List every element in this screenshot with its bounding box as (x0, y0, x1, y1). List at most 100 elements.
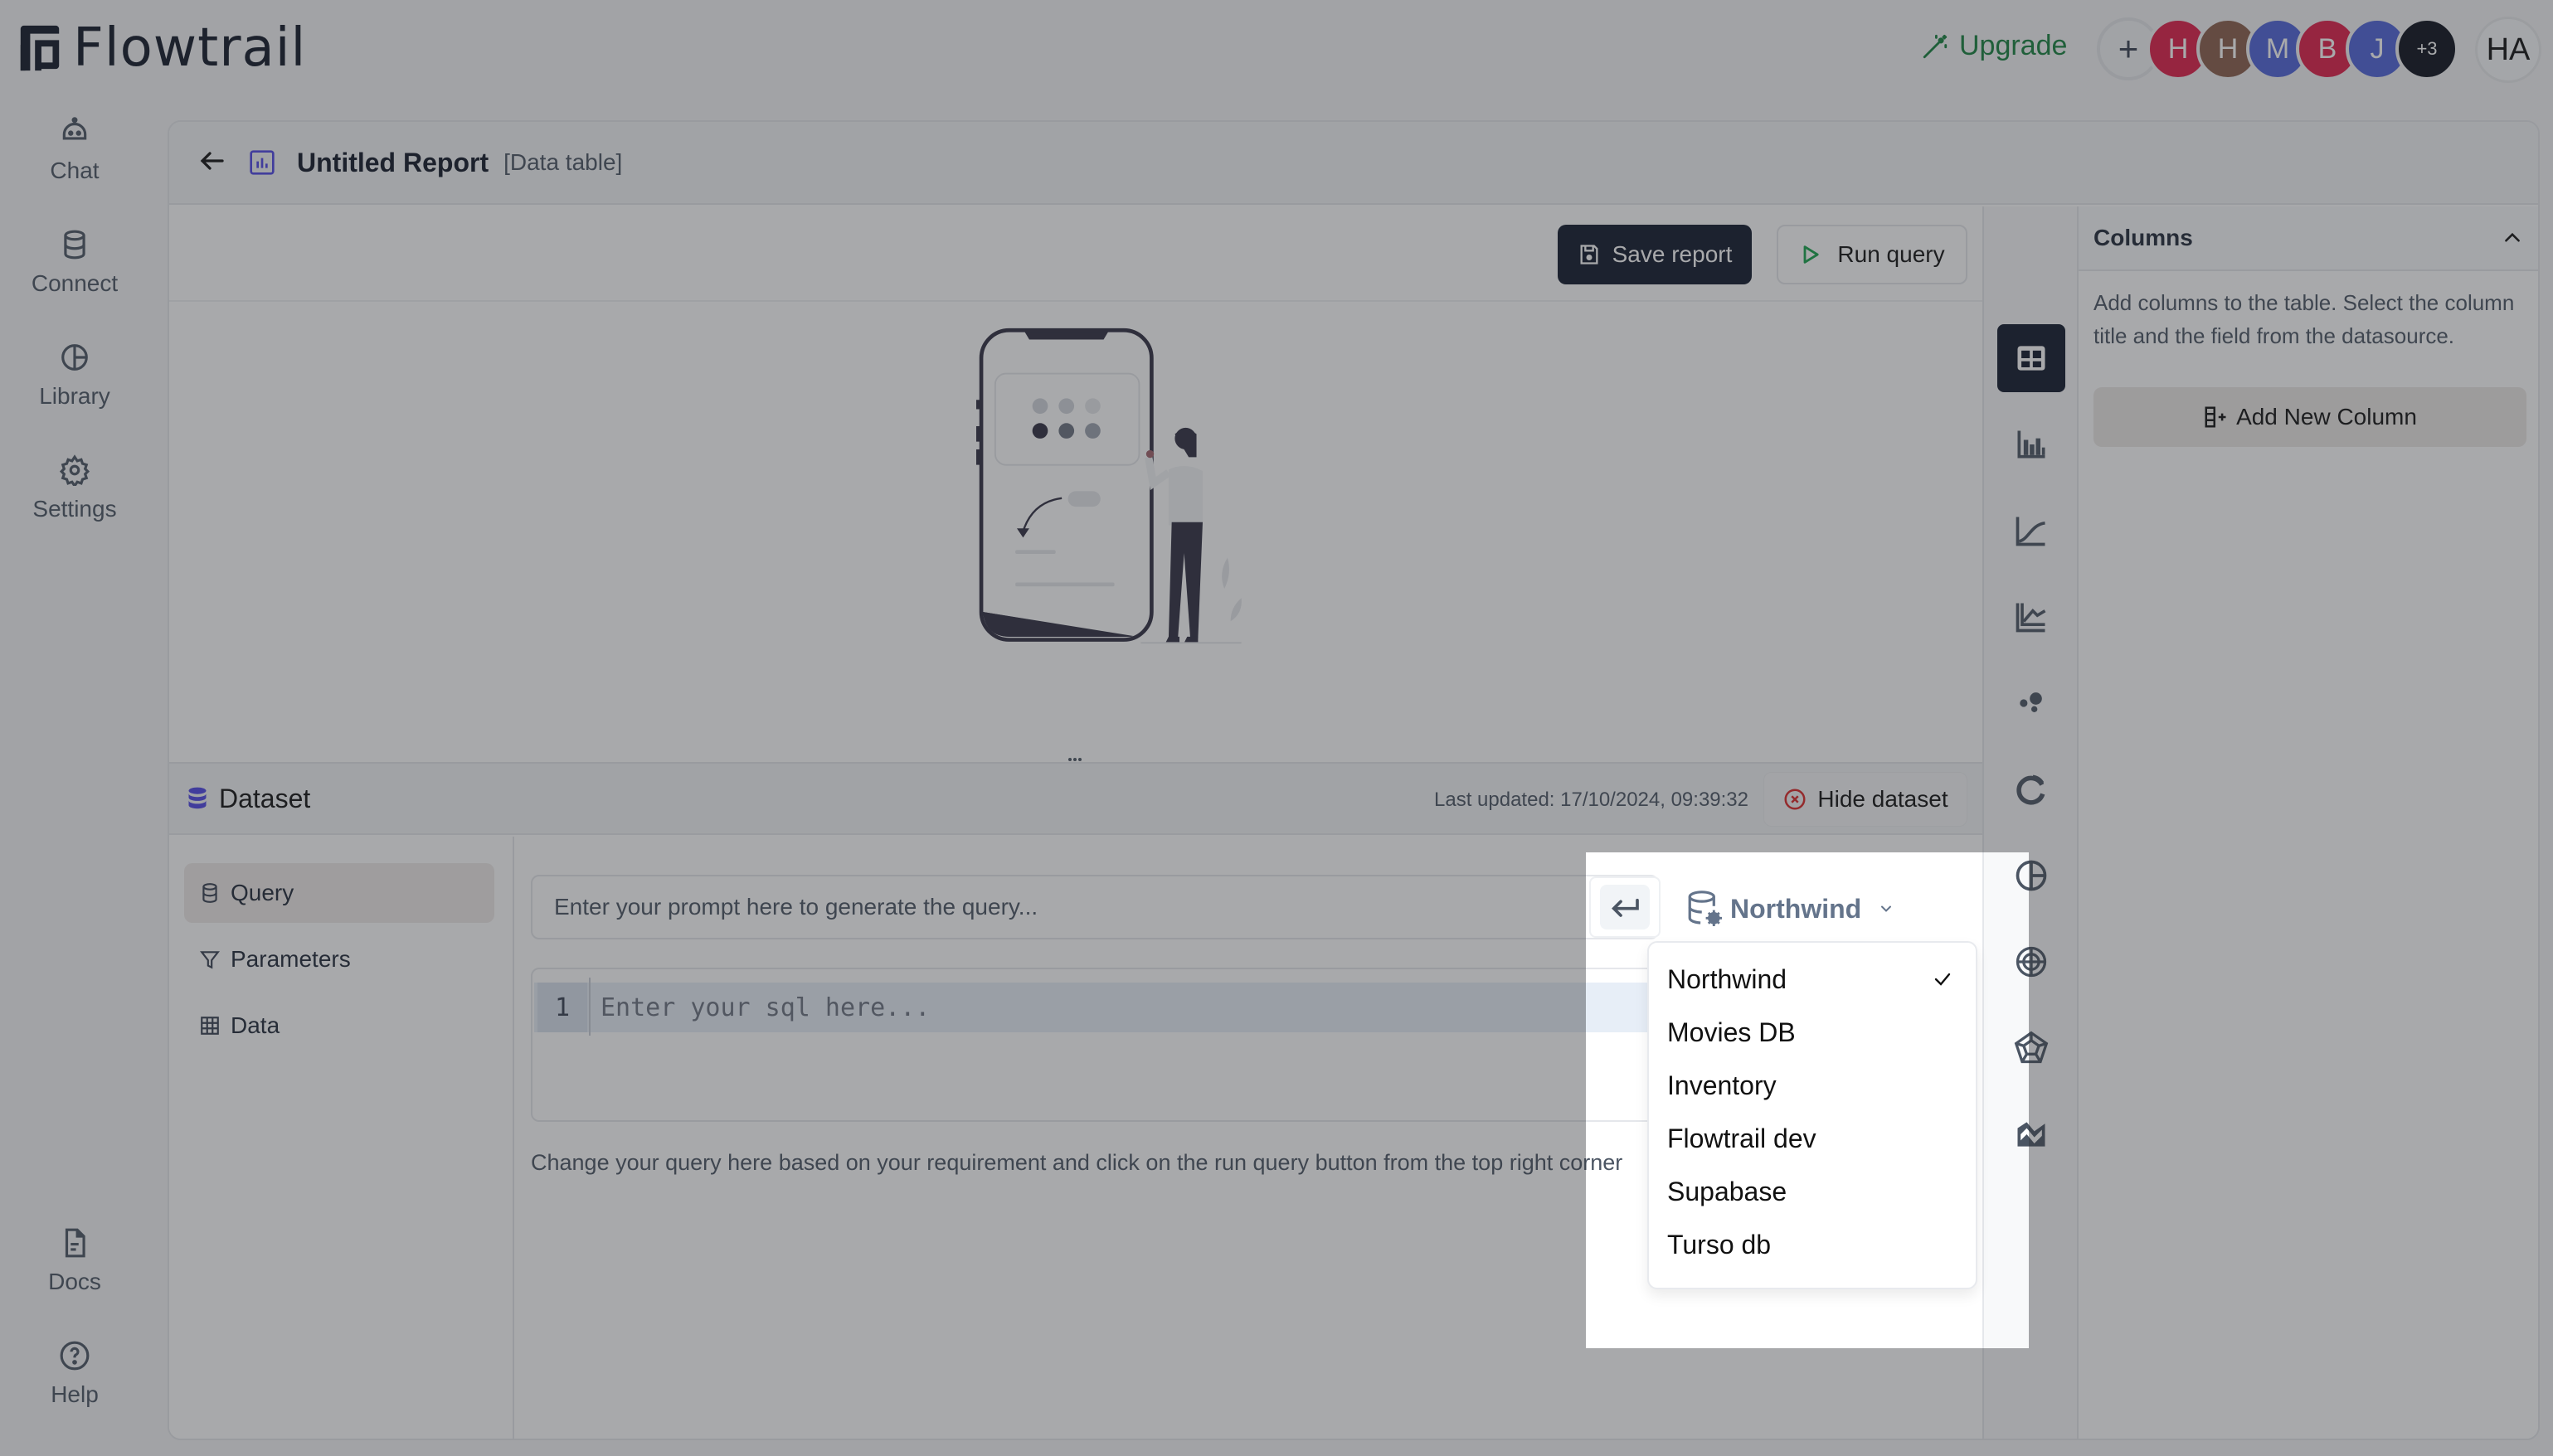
tab-label: Query (231, 880, 294, 905)
table-icon (2017, 346, 2045, 371)
grid-table-icon (201, 1017, 219, 1035)
hide-dataset-button[interactable]: Hide dataset (1763, 772, 1967, 827)
option-label: Inventory (1667, 1070, 1777, 1100)
help-circle-icon (60, 1341, 90, 1371)
report-toolbar: Save report Run query (169, 206, 1982, 302)
nav-label: Help (51, 1381, 99, 1407)
datasource-option[interactable]: Northwind (1649, 953, 1976, 1006)
dataset-title: Dataset (219, 783, 311, 813)
upgrade-label: Upgrade (1959, 30, 2068, 61)
report-editor: Untitled Report [Data table] Save report… (168, 120, 2540, 1440)
add-new-column-button[interactable]: Add New Column (2093, 387, 2526, 447)
chevron-up-icon[interactable] (2502, 227, 2523, 249)
app-logo[interactable]: Flowtrail (18, 22, 306, 75)
flowtrail-logo-icon (20, 25, 60, 71)
nav-item-settings[interactable]: Settings (0, 454, 149, 522)
datasource-select[interactable]: Northwind (1687, 880, 1894, 938)
save-report-label: Save report (1612, 241, 1733, 267)
dataset-icon (188, 787, 207, 809)
prompt-field[interactable] (531, 875, 1659, 939)
query-help-text: Change your query here based on your req… (531, 1150, 1623, 1175)
dataset-header: Dataset Last updated: 17/10/2024, 09:39:… (169, 764, 1982, 835)
nav-item-library[interactable]: Library (0, 342, 149, 410)
bar-chart-icon (2017, 430, 2045, 459)
dataset-tab-parameters[interactable]: Parameters (184, 929, 494, 989)
nav-item-chat[interactable]: Chat (0, 116, 149, 184)
nav-label: Chat (50, 158, 100, 183)
generate-query-button[interactable] (1589, 876, 1661, 938)
chart-type-polar[interactable] (1997, 928, 2065, 996)
dataset-tab-query[interactable]: Query (184, 863, 494, 923)
datasource-option[interactable]: Inventory (1649, 1059, 1976, 1112)
chart-type-table[interactable] (1997, 324, 2065, 392)
line-number: 1 (537, 983, 587, 1032)
nav-item-help[interactable]: Help (0, 1340, 149, 1408)
sql-placeholder: Enter your sql here... (601, 993, 931, 1022)
report-title[interactable]: Untitled Report (297, 148, 489, 178)
doughnut-chart-icon (2016, 774, 2045, 805)
upgrade-button[interactable]: Upgrade (1921, 30, 2067, 62)
datasource-dropdown-menu: Northwind Movies DB Inventory Flowtrail … (1647, 941, 1977, 1289)
datasource-option[interactable]: Supabase (1649, 1165, 1976, 1218)
magic-wand-icon (1923, 34, 1948, 58)
chart-type-scatter[interactable] (1997, 669, 2065, 737)
polar-chart-icon (2016, 946, 2047, 978)
gear-icon (59, 454, 90, 486)
report-canvas: Save report Run query (169, 206, 1982, 837)
chart-type-radar[interactable] (1997, 1014, 2065, 1082)
columns-panel-title: Columns (2093, 225, 2193, 250)
chart-type-line[interactable] (1997, 497, 2065, 565)
save-icon (1580, 245, 1598, 265)
gutter-divider (589, 978, 591, 1036)
prompt-input[interactable] (554, 894, 1549, 920)
nav-item-docs[interactable]: Docs (0, 1227, 149, 1295)
run-query-button[interactable]: Run query (1777, 225, 1967, 284)
dataset-tab-data[interactable]: Data (184, 996, 494, 1056)
play-icon (1804, 245, 1819, 264)
chart-type-area[interactable] (1997, 1100, 2065, 1168)
team-avatars: + H H M B J +3 (2097, 17, 2458, 80)
chevron-down-icon (1881, 905, 1892, 912)
scatter-chart-icon (2020, 692, 2042, 712)
database-settings-icon (1688, 891, 1722, 926)
columns-panel: Columns Add columns to the table. Select… (2077, 206, 2538, 1439)
more-members-badge[interactable]: +3 (2395, 17, 2458, 80)
option-label: Northwind (1667, 963, 1787, 994)
columns-panel-description: Add columns to the table. Select the col… (2093, 290, 2515, 348)
arrow-left-icon (200, 151, 224, 170)
tab-label: Data (231, 1012, 280, 1038)
left-nav: Chat Connect Library Settings Docs Help (0, 116, 149, 1456)
datasource-option[interactable]: Movies DB (1649, 1006, 1976, 1059)
save-report-button[interactable]: Save report (1558, 225, 1752, 284)
option-label: Supabase (1667, 1176, 1787, 1206)
nav-label: Settings (32, 496, 117, 522)
option-label: Turso db (1667, 1229, 1772, 1259)
sql-editor[interactable]: 1 Enter your sql here... (531, 968, 1775, 1122)
multi-line-chart-icon (2016, 603, 2046, 633)
chart-type-multi-line[interactable] (1997, 583, 2065, 651)
columns-panel-header[interactable]: Columns (2079, 206, 2538, 271)
close-circle-icon (1784, 789, 1806, 810)
report-type: [Data table] (503, 149, 623, 175)
chart-type-doughnut[interactable] (1997, 755, 2065, 823)
radar-chart-icon (2014, 1031, 2049, 1064)
nav-item-connect[interactable]: Connect (0, 229, 149, 297)
database-icon (64, 230, 85, 260)
chart-type-pie[interactable] (1997, 842, 2065, 910)
datasource-option[interactable]: Flowtrail dev (1649, 1112, 1976, 1165)
nav-label: Library (39, 383, 110, 409)
report-header: Untitled Report [Data table] (169, 122, 2538, 205)
dataset-section: Dataset Last updated: 17/10/2024, 09:39:… (169, 758, 1982, 1439)
chart-type-rail (1982, 206, 2077, 1439)
pie-chart-icon (2016, 860, 2047, 891)
back-button[interactable] (197, 146, 227, 180)
add-new-column-label: Add New Column (2236, 404, 2417, 430)
selected-datasource: Northwind (1730, 893, 1862, 924)
line-chart-icon (2016, 517, 2045, 546)
option-label: Movies DB (1667, 1017, 1796, 1047)
chart-type-bar[interactable] (1997, 410, 2065, 478)
user-avatar[interactable]: HA (2475, 17, 2541, 83)
tab-label: Parameters (231, 946, 351, 972)
app-name: Flowtrail (73, 17, 307, 79)
datasource-option[interactable]: Turso db (1649, 1218, 1976, 1271)
